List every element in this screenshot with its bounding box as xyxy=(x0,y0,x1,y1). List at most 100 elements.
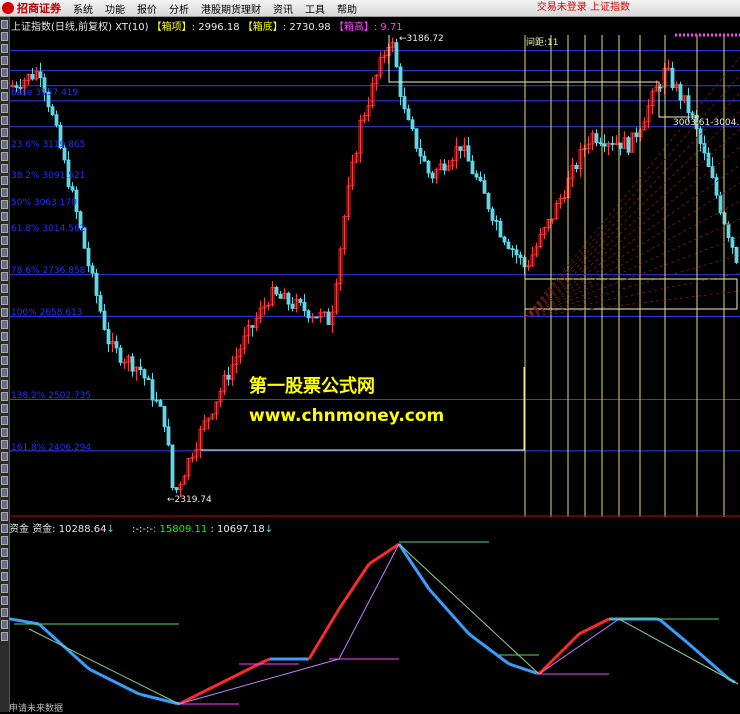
toolbar-button[interactable] xyxy=(1,224,8,233)
toolbar-button[interactable] xyxy=(1,500,8,509)
toolbar-button[interactable] xyxy=(1,428,8,437)
fund-step xyxy=(462,626,465,629)
toolbar-button[interactable] xyxy=(1,620,8,629)
toolbar-button[interactable] xyxy=(1,380,8,389)
toolbar-button[interactable] xyxy=(1,200,8,209)
toolbar-button[interactable] xyxy=(1,416,8,425)
toolbar-button[interactable] xyxy=(1,212,8,221)
toolbar-button[interactable] xyxy=(1,608,8,617)
toolbar-button[interactable] xyxy=(1,392,8,401)
fund-value-2: : 15809.11 xyxy=(153,524,207,535)
candle-body xyxy=(519,255,522,258)
fund-step xyxy=(315,644,318,649)
menu-hk-futures[interactable]: 港股期货理财 xyxy=(195,1,267,16)
toolbar-button[interactable] xyxy=(1,20,8,29)
fund-step xyxy=(378,556,381,558)
menu-help[interactable]: 帮助 xyxy=(331,1,363,16)
toolbar-button[interactable] xyxy=(1,140,8,149)
menu-info[interactable]: 资讯 xyxy=(267,1,299,16)
menu-function[interactable]: 功能 xyxy=(99,1,131,16)
menu-analysis[interactable]: 分析 xyxy=(163,1,195,16)
toolbar-button[interactable] xyxy=(1,488,8,497)
fund-step xyxy=(423,580,426,585)
toolbar-button[interactable] xyxy=(1,80,8,89)
menu-system[interactable]: 系统 xyxy=(67,1,99,16)
candle-body xyxy=(515,250,518,255)
toolbar-button[interactable] xyxy=(1,356,8,365)
toolbar-button[interactable] xyxy=(1,572,8,581)
toolbar-button[interactable] xyxy=(1,44,8,53)
toolbar-button[interactable] xyxy=(1,236,8,245)
toolbar-button[interactable] xyxy=(1,104,8,113)
fund-step xyxy=(711,663,714,666)
candle-body xyxy=(167,427,170,445)
toolbar-button[interactable] xyxy=(1,320,8,329)
toolbar-button[interactable] xyxy=(1,368,8,377)
toolbar-button[interactable] xyxy=(1,464,8,473)
box-height-value: : 9.71 xyxy=(374,22,403,33)
fund-step xyxy=(237,674,240,676)
fund-step xyxy=(585,630,588,632)
fund-step xyxy=(126,688,129,690)
trend-line xyxy=(29,629,179,704)
toolbar-button[interactable] xyxy=(1,32,8,41)
candlestick-chart[interactable] xyxy=(9,17,740,517)
fund-step xyxy=(567,643,570,646)
toolbar-button[interactable] xyxy=(1,440,8,449)
toolbar-button[interactable] xyxy=(1,332,8,341)
toolbar-button[interactable] xyxy=(1,296,8,305)
fund-step xyxy=(366,564,369,569)
toolbar-button[interactable] xyxy=(1,272,8,281)
candle-body xyxy=(99,295,102,311)
toolbar-button[interactable] xyxy=(1,164,8,173)
toolbar-button[interactable] xyxy=(1,560,8,569)
candle-body xyxy=(155,400,158,401)
toolbar-button[interactable] xyxy=(1,512,8,521)
toolbar-button[interactable] xyxy=(1,308,8,317)
toolbar-button[interactable] xyxy=(1,176,8,185)
toolbar-button[interactable] xyxy=(1,452,8,461)
toolbar-button[interactable] xyxy=(1,152,8,161)
toolbar-button[interactable] xyxy=(1,92,8,101)
candle-body xyxy=(727,224,730,238)
toolbar-button[interactable] xyxy=(1,56,8,65)
menu-tools[interactable]: 工具 xyxy=(299,1,331,16)
chart-area[interactable]: 上证指数(日线,前复权) XT(10) 【箱项】: 2996.18 【箱底】: … xyxy=(9,17,740,712)
candle-body xyxy=(471,161,474,174)
interval-label: 间距:11 xyxy=(526,35,559,48)
fund-step xyxy=(141,695,144,696)
toolbar-button[interactable] xyxy=(1,344,8,353)
toolbar-button[interactable] xyxy=(1,476,8,485)
fund-step xyxy=(222,681,225,683)
toolbar-button[interactable] xyxy=(1,596,8,605)
menu-quote[interactable]: 报价 xyxy=(131,1,163,16)
toolbar-button[interactable] xyxy=(1,260,8,269)
fund-step xyxy=(432,592,435,595)
toolbar-button[interactable] xyxy=(1,536,8,545)
trade-status[interactable]: 交易未登录 上证指数 xyxy=(537,0,630,16)
toolbar-button[interactable] xyxy=(1,188,8,197)
fund-name: 资金 xyxy=(9,524,29,535)
fund-step xyxy=(204,690,207,692)
fund-step xyxy=(408,558,411,563)
fund-step xyxy=(357,578,360,583)
toolbar-button[interactable] xyxy=(1,284,8,293)
toolbar-button[interactable] xyxy=(1,116,8,125)
candle-body xyxy=(479,177,482,180)
toolbar-button[interactable] xyxy=(1,548,8,557)
candle-body xyxy=(151,380,154,400)
toolbar-button[interactable] xyxy=(1,128,8,137)
toolbar-button[interactable] xyxy=(1,68,8,77)
fund-step xyxy=(213,686,216,688)
toolbar-button[interactable] xyxy=(1,248,8,257)
toolbar-button[interactable] xyxy=(1,632,8,641)
toolbar-button[interactable] xyxy=(1,524,8,533)
fund-step xyxy=(684,640,687,643)
fund-indicator-chart[interactable] xyxy=(9,519,740,712)
toolbar-button[interactable] xyxy=(1,584,8,593)
toolbar-button[interactable] xyxy=(1,404,8,413)
fund-step xyxy=(468,633,471,636)
fibo-label-38: 38.2% 3091.521 xyxy=(11,171,85,181)
fund-step xyxy=(207,689,210,691)
fund-step xyxy=(150,697,153,698)
